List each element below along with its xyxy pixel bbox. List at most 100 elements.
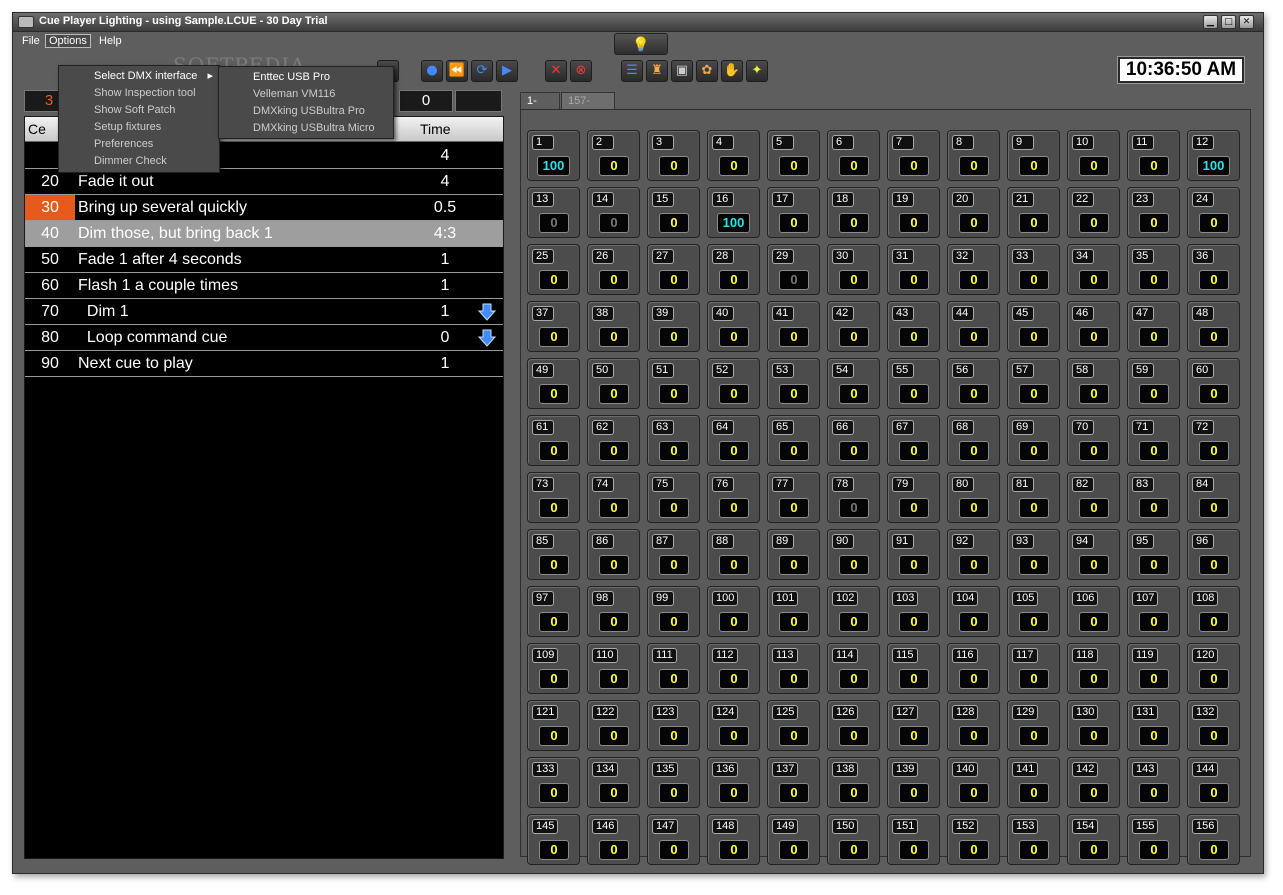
channel-cell[interactable]: 36 0 bbox=[1187, 244, 1240, 295]
channel-cell[interactable]: 46 0 bbox=[1067, 301, 1120, 352]
options-menu-item[interactable]: Dimmer Check bbox=[59, 153, 219, 170]
channel-cell[interactable]: 27 0 bbox=[647, 244, 700, 295]
channel-cell[interactable]: 70 bbox=[887, 130, 940, 181]
stage-icon[interactable]: ▣ bbox=[671, 60, 693, 82]
channel-cell[interactable]: 65 0 bbox=[767, 415, 820, 466]
wand-icon[interactable]: ✦ bbox=[746, 60, 768, 82]
channel-cell[interactable]: 19 0 bbox=[887, 187, 940, 238]
channel-cell[interactable]: 128 0 bbox=[947, 700, 1000, 751]
channel-cell[interactable]: 77 0 bbox=[767, 472, 820, 523]
channel-cell[interactable]: 99 0 bbox=[647, 586, 700, 637]
channel-cell[interactable]: 118 0 bbox=[1067, 643, 1120, 694]
channel-cell[interactable]: 33 0 bbox=[1007, 244, 1060, 295]
channel-cell[interactable]: 39 0 bbox=[647, 301, 700, 352]
channel-cell[interactable]: 49 0 bbox=[527, 358, 580, 409]
channel-cell[interactable]: 125 0 bbox=[767, 700, 820, 751]
channel-cell[interactable]: 61 0 bbox=[527, 415, 580, 466]
channel-cell[interactable]: 129 0 bbox=[1007, 700, 1060, 751]
channel-cell[interactable]: 102 0 bbox=[827, 586, 880, 637]
play-icon[interactable]: ▶ bbox=[496, 60, 518, 82]
cue-row[interactable]: 40 Dim those, but bring back 1 4:3 bbox=[25, 221, 503, 247]
channel-cell[interactable]: 138 0 bbox=[827, 757, 880, 808]
rewind-icon[interactable]: ⏪ bbox=[446, 60, 468, 82]
channel-cell[interactable]: 52 0 bbox=[707, 358, 760, 409]
channel-cell[interactable]: 131 0 bbox=[1127, 700, 1180, 751]
channel-cell[interactable]: 38 0 bbox=[587, 301, 640, 352]
channel-cell[interactable]: 154 0 bbox=[1067, 814, 1120, 865]
channel-cell[interactable]: 114 0 bbox=[827, 643, 880, 694]
channel-cell[interactable]: 76 0 bbox=[707, 472, 760, 523]
channel-cell[interactable]: 132 0 bbox=[1187, 700, 1240, 751]
cue-row[interactable]: 70 Dim 1 1 bbox=[25, 299, 503, 325]
channel-cell[interactable]: 60 0 bbox=[1187, 358, 1240, 409]
channel-cell[interactable]: 10 0 bbox=[1067, 130, 1120, 181]
channel-cell[interactable]: 58 0 bbox=[1067, 358, 1120, 409]
channel-cell[interactable]: 29 0 bbox=[767, 244, 820, 295]
minimize-button[interactable]: ▁ bbox=[1203, 15, 1218, 29]
channel-cell[interactable]: 140 0 bbox=[947, 757, 1000, 808]
channel-cell[interactable]: 137 0 bbox=[767, 757, 820, 808]
channel-cell[interactable]: 25 0 bbox=[527, 244, 580, 295]
cue-row[interactable]: 90 Next cue to play 1 bbox=[25, 351, 503, 377]
channel-cell[interactable]: 45 0 bbox=[1007, 301, 1060, 352]
channel-cell[interactable]: 136 0 bbox=[707, 757, 760, 808]
channel-cell[interactable]: 124 0 bbox=[707, 700, 760, 751]
channel-cell[interactable]: 21 0 bbox=[1007, 187, 1060, 238]
channel-cell[interactable]: 78 0 bbox=[827, 472, 880, 523]
channel-cell[interactable]: 80 0 bbox=[947, 472, 1000, 523]
channel-cell[interactable]: 50 0 bbox=[587, 358, 640, 409]
close-button[interactable]: ✕ bbox=[1239, 15, 1254, 29]
channel-cell[interactable]: 139 0 bbox=[887, 757, 940, 808]
channel-cell[interactable]: 51 0 bbox=[647, 358, 700, 409]
channel-cell[interactable]: 73 0 bbox=[527, 472, 580, 523]
fixture-icon[interactable]: ♜ bbox=[646, 60, 668, 82]
dmx-interface-item[interactable]: Enttec USB Pro bbox=[219, 69, 393, 87]
dmx-interface-item[interactable]: DMXking USBultra Micro bbox=[219, 120, 393, 137]
channel-cell[interactable]: 57 0 bbox=[1007, 358, 1060, 409]
cue-column-header[interactable]: Ce bbox=[28, 121, 46, 137]
channel-cell[interactable]: 135 0 bbox=[647, 757, 700, 808]
channel-cell[interactable]: 88 0 bbox=[707, 529, 760, 580]
channel-cell[interactable]: 106 0 bbox=[1067, 586, 1120, 637]
cancel-icon[interactable]: ⊗ bbox=[570, 60, 592, 82]
channel-cell[interactable]: 90 bbox=[1007, 130, 1060, 181]
channel-cell[interactable]: 120 0 bbox=[1187, 643, 1240, 694]
channel-cell[interactable]: 97 0 bbox=[527, 586, 580, 637]
channel-cell[interactable]: 16 100 bbox=[707, 187, 760, 238]
channel-cell[interactable]: 53 0 bbox=[767, 358, 820, 409]
channel-cell[interactable]: 1100 bbox=[587, 643, 640, 694]
channel-cell[interactable]: 30 0 bbox=[827, 244, 880, 295]
channel-cell[interactable]: 93 0 bbox=[1007, 529, 1060, 580]
menu-help[interactable]: Help bbox=[96, 35, 125, 47]
channel-cell[interactable]: 113 0 bbox=[767, 643, 820, 694]
channel-cell[interactable]: 108 0 bbox=[1187, 586, 1240, 637]
channel-cell[interactable]: 48 0 bbox=[1187, 301, 1240, 352]
channel-cell[interactable]: 109 0 bbox=[527, 643, 580, 694]
channel-cell[interactable]: 112 0 bbox=[707, 643, 760, 694]
channel-cell[interactable]: 122 0 bbox=[587, 700, 640, 751]
channel-cell[interactable]: 123 0 bbox=[647, 700, 700, 751]
channel-cell[interactable]: 37 0 bbox=[527, 301, 580, 352]
channel-cell[interactable]: 47 0 bbox=[1127, 301, 1180, 352]
channel-cell[interactable]: 96 0 bbox=[1187, 529, 1240, 580]
options-menu-item[interactable]: Show Soft Patch bbox=[59, 102, 219, 119]
options-menu-item[interactable]: Select DMX interface ▸ bbox=[59, 68, 219, 86]
options-menu-item[interactable]: Show Inspection tool bbox=[59, 85, 219, 102]
channel-cell[interactable]: 89 0 bbox=[767, 529, 820, 580]
channel-cell[interactable]: 72 0 bbox=[1187, 415, 1240, 466]
palette-icon[interactable]: ✿ bbox=[696, 60, 718, 82]
channel-cell[interactable]: 70 0 bbox=[1067, 415, 1120, 466]
channel-cell[interactable]: 64 0 bbox=[707, 415, 760, 466]
channel-cell[interactable]: 20 0 bbox=[947, 187, 1000, 238]
channel-cell[interactable]: 54 0 bbox=[827, 358, 880, 409]
channel-cell[interactable]: 86 0 bbox=[587, 529, 640, 580]
channel-cell[interactable]: 147 0 bbox=[647, 814, 700, 865]
channel-cell[interactable]: 32 0 bbox=[947, 244, 1000, 295]
channel-cell[interactable]: 121 0 bbox=[527, 700, 580, 751]
channel-cell[interactable]: 149 0 bbox=[767, 814, 820, 865]
channel-cell[interactable]: 148 0 bbox=[707, 814, 760, 865]
channel-cell[interactable]: 115 0 bbox=[887, 643, 940, 694]
channel-cell[interactable]: 90 0 bbox=[827, 529, 880, 580]
time-column-header[interactable]: Time bbox=[420, 121, 451, 137]
tab-1-156[interactable]: 1-156 bbox=[520, 92, 560, 124]
